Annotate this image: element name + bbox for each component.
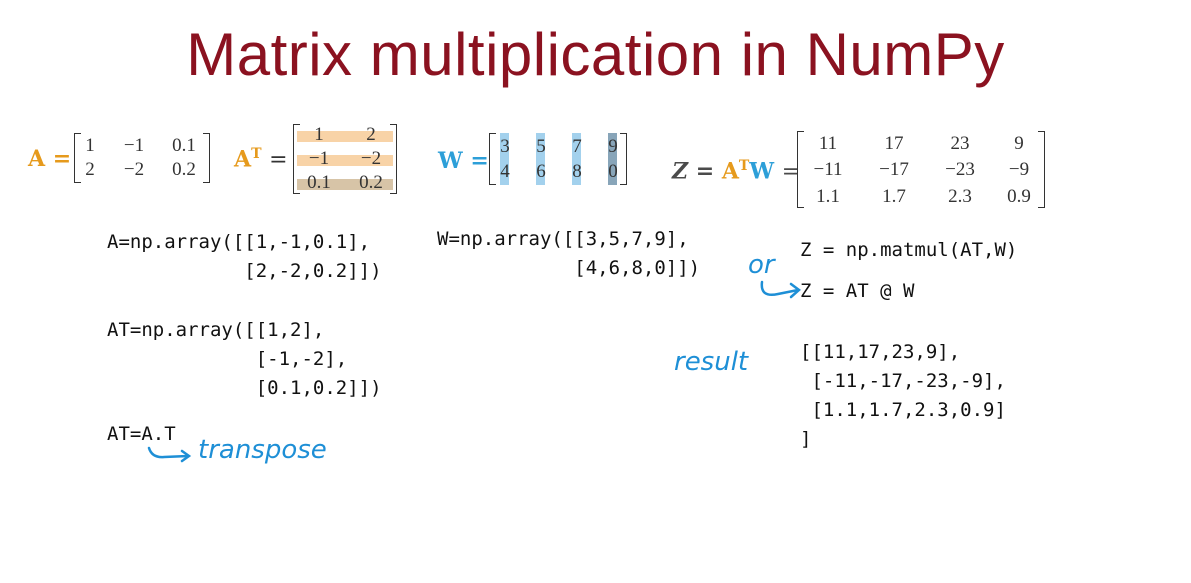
slide-title: Matrix multiplication in NumPy [186, 21, 1005, 88]
code-at-operator: Z = AT @ W [800, 280, 915, 302]
matrix-cell: 1.1 [816, 186, 840, 207]
z-w-letter: W [749, 158, 775, 185]
matrix-z: 11 17 23 9 −11 −17 −23 −9 1.1 1.7 2.3 0.… [797, 131, 1045, 208]
transpose-annotation: transpose [198, 435, 327, 465]
matrix-a-label: A = [28, 146, 72, 172]
matrix-cell: 2 [85, 159, 95, 180]
transpose-superscript: T [251, 146, 262, 162]
matrix-cell: −17 [879, 159, 909, 180]
matrix-cell: −1 [308, 148, 330, 169]
z-a-letter: A [721, 158, 739, 185]
matrix-at-label: AT = [234, 146, 288, 172]
matrix-z-label: Z = ATW = [672, 158, 800, 184]
matrix-cell: 0.2 [359, 172, 383, 193]
matrix-cell: 0.1 [172, 135, 196, 156]
matrix-w: 3 5 7 9 4 6 8 0 [489, 133, 627, 185]
z-equals: Z = [672, 158, 715, 185]
matrix-cell: 5 [536, 136, 546, 157]
matrix-cell: 2.3 [948, 186, 972, 207]
matrix-cell: 8 [572, 161, 582, 182]
code-w-array: W=np.array([[3,5,7,9], [4,6,8,0]]) [437, 228, 701, 279]
matrix-cell: 9 [1014, 133, 1024, 154]
transpose-superscript: T [738, 158, 750, 174]
matrix-w-label: W = [438, 148, 489, 174]
matrix-at: 1 2 −1 −2 0.1 0.2 [293, 124, 397, 194]
matrix-cell: 0 [608, 161, 618, 182]
matrix-cell: 17 [884, 133, 904, 154]
matrix-at-letter: A [234, 146, 252, 173]
matrix-a: 1 −1 0.1 2 −2 0.2 [74, 133, 210, 183]
code-matmul: Z = np.matmul(AT,W) [800, 239, 1018, 261]
matrix-cell: 9 [608, 136, 618, 157]
matrix-cell: 6 [536, 161, 546, 182]
result-annotation: result [674, 347, 749, 377]
code-at-array: AT=np.array([[1,2], [-1,-2], [0.1,0.2]]) [107, 319, 382, 399]
or-arrow-icon [760, 280, 801, 299]
matrix-cell: −11 [813, 159, 843, 180]
equals-sign: = [269, 147, 288, 173]
matrix-cell: 0.2 [172, 159, 196, 180]
matrix-cell: 0.9 [1007, 186, 1031, 207]
matrix-cell: −2 [360, 148, 382, 169]
matrix-cell: 11 [818, 133, 838, 154]
matrix-cell: 1 [85, 135, 95, 156]
matrix-cell: −9 [1008, 159, 1030, 180]
matrix-cell: 3 [500, 136, 510, 157]
matrix-cell: 2 [366, 124, 376, 145]
matrix-cell: −1 [123, 135, 145, 156]
code-a-array: A=np.array([[1,-1,0.1], [2,-2,0.2]]) [107, 231, 382, 282]
matrix-cell: 23 [950, 133, 970, 154]
matrix-cell: 0.1 [307, 172, 331, 193]
matrix-cell: −23 [945, 159, 975, 180]
matrix-cell: 1 [314, 124, 324, 145]
matrix-cell: 1.7 [882, 186, 906, 207]
matrix-cell: 7 [572, 136, 582, 157]
transpose-arrow-icon [147, 446, 192, 463]
matrix-cell: −2 [123, 159, 145, 180]
matrix-cell: 4 [500, 161, 510, 182]
code-result: [[11,17,23,9], [-11,-17,-23,-9], [1.1,1.… [800, 341, 1006, 450]
